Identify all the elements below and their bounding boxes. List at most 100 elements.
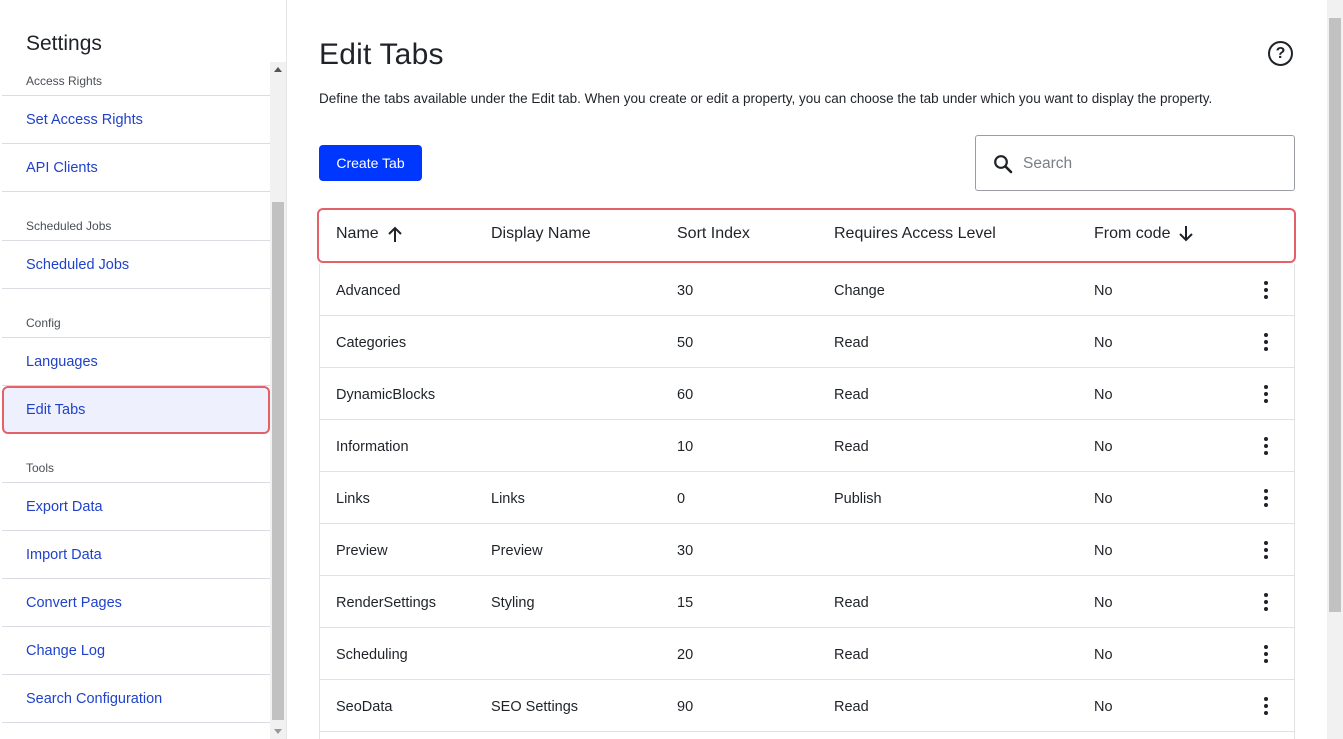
column-header-display-name[interactable]: Display Name: [491, 225, 591, 243]
sidebar-item-api-clients[interactable]: API Clients: [2, 144, 270, 192]
cell-name: SeoData: [336, 699, 393, 715]
main-scrollbar[interactable]: [1327, 0, 1343, 739]
cell-from-code: No: [1094, 699, 1113, 715]
cell-sort-index: 90: [677, 699, 694, 715]
cell-access-level: Read: [834, 387, 869, 403]
cell-access-level: Read: [834, 699, 869, 715]
search-input[interactable]: [1023, 150, 1278, 178]
cell-access-level: Read: [834, 595, 869, 611]
cell-sort-index: 50: [677, 335, 694, 351]
cell-from-code: No: [1094, 543, 1113, 559]
create-tab-button[interactable]: Create Tab: [319, 145, 422, 181]
sidebar-item-search-configuration[interactable]: Search Configuration: [2, 675, 270, 723]
cell-name: Links: [336, 491, 370, 507]
cell-sort-index: 0: [677, 491, 686, 507]
cell-access-level: Change: [834, 283, 885, 299]
cell-name: DynamicBlocks: [336, 387, 436, 403]
row-actions-kebab-icon[interactable]: [1256, 592, 1276, 612]
table-row: SeoData SEO Settings 90 Read No: [320, 680, 1294, 732]
row-actions-kebab-icon[interactable]: [1256, 436, 1276, 456]
sidebar-item-scheduled-jobs[interactable]: Scheduled Jobs: [2, 241, 270, 289]
table-row: Categories 50 Read No: [320, 316, 1294, 368]
page-description: Define the tabs available under the Edit…: [319, 91, 1213, 106]
table-body: Advanced 30 Change No Categories 50 Read…: [319, 264, 1295, 739]
sidebar-scroll-thumb[interactable]: [272, 202, 284, 720]
cell-sort-index: 60: [677, 387, 694, 403]
column-header-from-code[interactable]: From code: [1094, 225, 1194, 243]
search-icon: [994, 155, 1013, 174]
table-row: Preview Preview 30 No: [320, 524, 1294, 576]
cell-sort-index: 15: [677, 595, 694, 611]
cell-name: Advanced: [336, 283, 401, 299]
column-header-name-label: Name: [336, 225, 379, 242]
cell-name: Preview: [336, 543, 388, 559]
cell-from-code: No: [1094, 595, 1113, 611]
sidebar-item-convert-pages[interactable]: Convert Pages: [2, 579, 270, 627]
cell-display-name: Links: [491, 491, 525, 507]
cell-name: Categories: [336, 335, 407, 351]
column-header-requires-access-level-label: Requires Access Level: [834, 225, 996, 242]
table-row: Information 10 Read No: [320, 420, 1294, 472]
table-row: Advanced 30 Change No: [320, 264, 1294, 316]
column-header-requires-access-level[interactable]: Requires Access Level: [834, 225, 996, 243]
cell-name: RenderSettings: [336, 595, 436, 611]
row-actions-kebab-icon[interactable]: [1256, 384, 1276, 404]
settings-sidebar: Settings Access Rights Set Access Rights…: [0, 0, 287, 739]
cell-access-level: Read: [834, 647, 869, 663]
cell-from-code: No: [1094, 647, 1113, 663]
row-actions-kebab-icon[interactable]: [1256, 280, 1276, 300]
cell-from-code: No: [1094, 491, 1113, 507]
cell-access-level: Read: [834, 439, 869, 455]
column-header-from-code-label: From code: [1094, 225, 1171, 242]
cell-display-name: Styling: [491, 595, 535, 611]
cell-from-code: No: [1094, 283, 1113, 299]
main-scroll-thumb[interactable]: [1329, 18, 1341, 612]
scroll-up-arrow-icon[interactable]: [270, 62, 286, 78]
sidebar-item-export-data[interactable]: Export Data: [2, 483, 270, 531]
table-row: RenderSettings Styling 15 Read No: [320, 576, 1294, 628]
cell-display-name: SEO Settings: [491, 699, 579, 715]
cell-sort-index: 10: [677, 439, 694, 455]
sidebar-item-edit-tabs[interactable]: Edit Tabs: [2, 386, 270, 434]
table-header: Name Display Name Sort Index Requires Ac…: [317, 208, 1296, 263]
row-actions-kebab-icon[interactable]: [1256, 332, 1276, 352]
row-actions-kebab-icon[interactable]: [1256, 644, 1276, 664]
table-row: Scheduling 20 Read No: [320, 628, 1294, 680]
cell-name: Information: [336, 439, 409, 455]
nav-group-config: Config: [2, 289, 270, 338]
row-actions-kebab-icon[interactable]: [1256, 540, 1276, 560]
page-title: Edit Tabs: [319, 38, 444, 71]
sidebar-item-change-log[interactable]: Change Log: [2, 627, 270, 675]
nav-group-tools: Tools: [2, 434, 270, 483]
sort-descending-icon: [1179, 226, 1194, 242]
sort-ascending-icon: [387, 226, 402, 242]
search-box[interactable]: [975, 135, 1295, 191]
sidebar-item-set-access-rights[interactable]: Set Access Rights: [2, 96, 270, 144]
column-header-sort-index[interactable]: Sort Index: [677, 225, 750, 243]
nav-group-scheduled-jobs: Scheduled Jobs: [2, 192, 270, 241]
table-row: Links Links 0 Publish No: [320, 472, 1294, 524]
scroll-down-arrow-icon[interactable]: [270, 723, 286, 739]
sidebar-item-languages[interactable]: Languages: [2, 338, 270, 386]
cell-display-name: Preview: [491, 543, 543, 559]
cell-from-code: No: [1094, 439, 1113, 455]
cell-access-level: Publish: [834, 491, 882, 507]
sidebar-nav: Access Rights Set Access Rights API Clie…: [2, 62, 270, 739]
row-actions-kebab-icon[interactable]: [1256, 488, 1276, 508]
cell-sort-index: 30: [677, 283, 694, 299]
row-actions-kebab-icon[interactable]: [1256, 696, 1276, 716]
table-row: DynamicBlocks 60 Read No: [320, 368, 1294, 420]
cell-from-code: No: [1094, 335, 1113, 351]
cell-sort-index: 20: [677, 647, 694, 663]
sidebar-scrollbar[interactable]: [270, 62, 286, 739]
cell-access-level: Read: [834, 335, 869, 351]
column-header-name[interactable]: Name: [336, 225, 403, 243]
sidebar-title: Settings: [26, 32, 102, 55]
cell-from-code: No: [1094, 387, 1113, 403]
sidebar-item-import-data[interactable]: Import Data: [2, 531, 270, 579]
column-header-sort-index-label: Sort Index: [677, 225, 750, 242]
cell-sort-index: 30: [677, 543, 694, 559]
column-header-display-name-label: Display Name: [491, 225, 591, 242]
cell-name: Scheduling: [336, 647, 408, 663]
help-icon[interactable]: ?: [1268, 41, 1293, 66]
